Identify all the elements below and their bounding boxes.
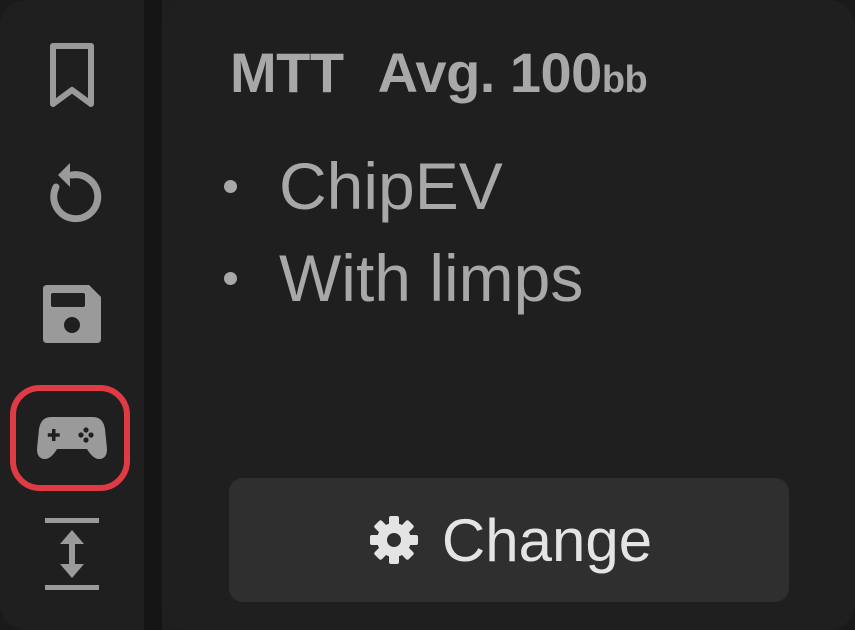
bullet-dot (224, 179, 237, 193)
reset-button[interactable] (22, 152, 122, 232)
gear-icon (369, 516, 418, 564)
reset-icon (50, 163, 102, 223)
sidebar-divider (144, 0, 162, 630)
active-item-highlight (10, 385, 130, 491)
bookmark-icon (50, 43, 94, 107)
option-label: ChipEV (279, 149, 503, 223)
scenario-title: MTT Avg. 100bb (230, 40, 648, 105)
stack-label: Avg. 100 (377, 41, 603, 104)
change-button[interactable]: Change (229, 478, 789, 602)
expand-button[interactable] (22, 514, 122, 594)
change-button-label: Change (441, 506, 653, 574)
app-frame: MTT Avg. 100bb ChipEV With limps Change (0, 0, 855, 630)
save-button[interactable] (22, 274, 122, 354)
sidebar (0, 0, 144, 630)
save-icon (43, 285, 101, 343)
list-item: With limps (224, 232, 583, 324)
bullet-dot (224, 271, 237, 285)
option-label: With limps (279, 241, 584, 315)
bookmark-button[interactable] (22, 36, 122, 116)
list-item: ChipEV (224, 140, 583, 232)
scenario-options-list: ChipEV With limps (224, 140, 583, 324)
format-label: MTT (230, 41, 344, 104)
scenario-panel: MTT Avg. 100bb ChipEV With limps Change (162, 0, 855, 630)
stack-unit: bb (601, 59, 648, 101)
expand-vertical-icon (45, 518, 99, 590)
